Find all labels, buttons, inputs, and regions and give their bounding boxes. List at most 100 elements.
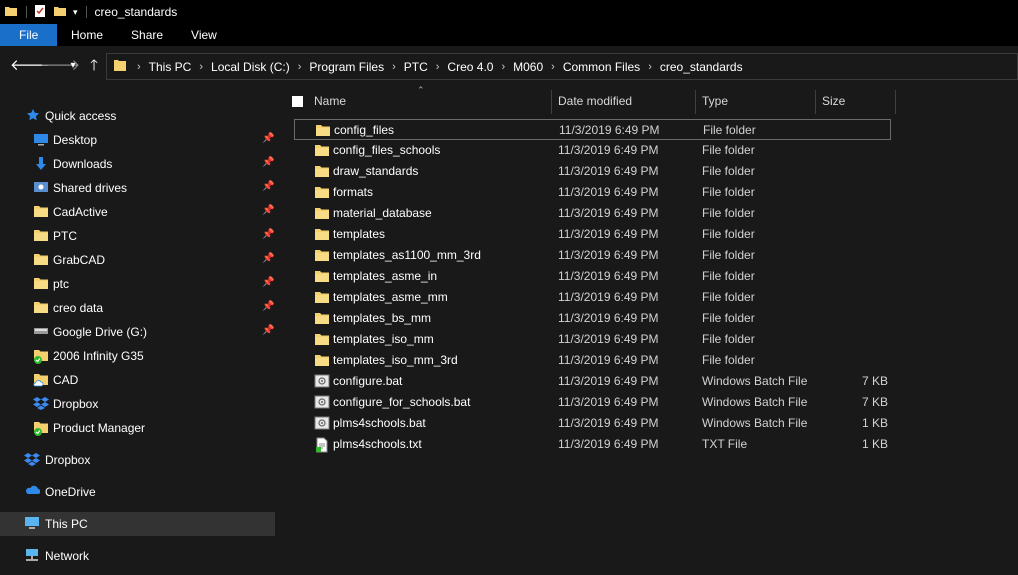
tab-home[interactable]: Home (57, 24, 117, 46)
sidebar-item-shared-drives[interactable]: Shared drives 📌 (0, 176, 275, 200)
sidebar-item-ptc[interactable]: PTC 📌 (0, 224, 275, 248)
file-row[interactable]: templates_as1100_mm_3rd 11/3/2019 6:49 PM… (294, 245, 891, 266)
file-type: File folder (702, 353, 755, 367)
pin-icon[interactable]: 📌 (262, 157, 274, 168)
pin-icon[interactable]: 📌 (262, 253, 274, 264)
address-bar[interactable]: › This PC › Local Disk (C:) › Program Files… (106, 53, 1018, 80)
sidebar-item-cadactive[interactable]: CadActive 📌 (0, 200, 275, 224)
sidebar-item-ptc[interactable]: ptc 📌 (0, 272, 275, 296)
pin-icon[interactable]: 📌 (262, 301, 274, 312)
pin-icon[interactable]: 📌 (262, 325, 274, 336)
file-row[interactable]: templates_asme_mm 11/3/2019 6:49 PM File f… (294, 287, 891, 308)
sidebar-item-2006-infinity-g35[interactable]: 2006 Infinity G35 (0, 344, 275, 368)
pin-icon[interactable]: 📌 (262, 133, 274, 144)
up-arrow-icon[interactable]: 🡑 (86, 58, 102, 74)
sidebar-item-quick-access[interactable]: Quick access (0, 104, 275, 128)
file-row[interactable]: configure.bat 11/3/2019 6:49 PM Windows Ba… (294, 371, 891, 392)
tab-view[interactable]: View (177, 24, 231, 46)
breadcrumb-chevron-icon[interactable]: › (436, 61, 440, 73)
sidebar-item-product-manager[interactable]: Product Manager (0, 416, 275, 440)
breadcrumb-chevron-icon[interactable]: › (648, 61, 652, 73)
sidebar-item-this-pc[interactable]: This PC (0, 512, 275, 536)
pin-icon[interactable]: 📌 (262, 205, 274, 216)
breadcrumb-chevron-icon[interactable]: › (392, 61, 396, 73)
file-row[interactable]: templates 11/3/2019 6:49 PM File folder (294, 224, 891, 245)
sidebar-item-label: CadActive (53, 205, 108, 219)
column-divider[interactable] (815, 90, 816, 114)
properties-icon[interactable] (33, 4, 47, 21)
tab-file[interactable]: File (0, 24, 57, 46)
folder-icon (314, 227, 330, 241)
file-row[interactable]: config_files 11/3/2019 6:49 PM File folder (294, 119, 891, 140)
sidebar-item-downloads[interactable]: Downloads 📌 (0, 152, 275, 176)
breadcrumb-this-pc[interactable]: This PC (149, 60, 192, 74)
file-row[interactable]: draw_standards 11/3/2019 6:49 PM File fold… (294, 161, 891, 182)
file-row[interactable]: templates_iso_mm 11/3/2019 6:49 PM File fo… (294, 329, 891, 350)
forward-arrow-icon[interactable]: 🡒 (40, 58, 80, 74)
file-type: File folder (702, 290, 755, 304)
breadcrumb-common-files[interactable]: Common Files (563, 60, 640, 74)
folder-icon (314, 290, 330, 304)
onedrive-icon (24, 484, 41, 500)
file-row[interactable]: templates_bs_mm 11/3/2019 6:49 PM File fol… (294, 308, 891, 329)
breadcrumb-creo[interactable]: Creo 4.0 (447, 60, 493, 74)
folder-icon (33, 252, 49, 268)
file-date-modified: 11/3/2019 6:49 PM (558, 227, 659, 241)
back-arrow-icon[interactable]: 🡐 (10, 58, 50, 74)
sidebar-item-label: 2006 Infinity G35 (53, 349, 144, 363)
sidebar-item-creo-data[interactable]: creo data 📌 (0, 296, 275, 320)
sidebar-item-label: Dropbox (45, 453, 91, 467)
file-row[interactable]: plms4schools.bat 11/3/2019 6:49 PM Windows… (294, 413, 891, 434)
file-row[interactable]: plms4schools.txt 11/3/2019 6:49 PM TXT Fil… (294, 434, 891, 455)
sidebar-item-dropbox[interactable]: Dropbox (0, 392, 275, 416)
breadcrumb-program-files[interactable]: Program Files (309, 60, 384, 74)
breadcrumb-chevron-icon[interactable]: › (298, 61, 302, 73)
pin-icon[interactable]: 📌 (262, 277, 274, 288)
sidebar-item-onedrive[interactable]: OneDrive (0, 480, 275, 504)
sidebar-item-label: creo data (53, 301, 104, 315)
tab-share[interactable]: Share (117, 24, 177, 46)
file-name: formats (333, 185, 374, 199)
column-divider[interactable] (551, 90, 552, 114)
column-header-date-modified[interactable]: Date modified (558, 88, 632, 115)
column-divider[interactable] (695, 90, 696, 114)
file-name: draw_standards (333, 164, 419, 178)
file-name: plms4schools.bat (333, 416, 426, 430)
breadcrumb-creo-standards[interactable]: creo_standards (660, 60, 743, 74)
breadcrumb-local-disk[interactable]: Local Disk (C:) (211, 60, 290, 74)
file-row[interactable]: config_files_schools 11/3/2019 6:49 PM Fil… (294, 140, 891, 161)
column-header-name[interactable]: Name (314, 88, 346, 115)
column-divider[interactable] (895, 90, 896, 114)
sidebar-item-label: Product Manager (53, 421, 146, 435)
file-row[interactable]: configure_for_schools.bat 11/3/2019 6:49 … (294, 392, 891, 413)
sidebar-item-cad[interactable]: CAD (0, 368, 275, 392)
breadcrumb-chevron-icon[interactable]: › (501, 61, 505, 73)
file-row[interactable]: templates_iso_mm_3rd 11/3/2019 6:49 PM Fil… (294, 350, 891, 371)
file-row[interactable]: templates_asme_in 11/3/2019 6:49 PM File f… (294, 266, 891, 287)
breadcrumb-chevron-icon[interactable]: › (137, 61, 141, 73)
breadcrumb-ptc[interactable]: PTC (404, 60, 428, 74)
sidebar-item-google-drive-g[interactable]: Google Drive (G:) 📌 (0, 320, 275, 344)
new-folder-icon[interactable] (53, 4, 67, 21)
file-date-modified: 11/3/2019 6:49 PM (558, 290, 659, 304)
breadcrumb-m060[interactable]: M060 (513, 60, 543, 74)
file-row[interactable]: material_database 11/3/2019 6:49 PM File f… (294, 203, 891, 224)
computer-icon (24, 516, 40, 532)
quick-access-dropdown-icon[interactable]: ▾ (73, 7, 78, 18)
folder-icon (314, 185, 330, 199)
batch-file-icon (314, 374, 330, 388)
select-all-checkbox[interactable] (292, 96, 303, 107)
sidebar-item-network[interactable]: Network (0, 544, 275, 568)
breadcrumb-chevron-icon[interactable]: › (199, 61, 203, 73)
file-name: configure_for_schools.bat (333, 395, 471, 409)
column-header-size[interactable]: Size (822, 88, 845, 115)
column-header-type[interactable]: Type (702, 88, 728, 115)
sidebar-item-grabcad[interactable]: GrabCAD 📌 (0, 248, 275, 272)
pin-icon[interactable]: 📌 (262, 229, 274, 240)
pin-icon[interactable]: 📌 (262, 181, 274, 192)
sidebar-item-desktop[interactable]: Desktop 📌 (0, 128, 275, 152)
sidebar-item-dropbox-root[interactable]: Dropbox (0, 448, 275, 472)
file-row[interactable]: formats 11/3/2019 6:49 PM File folder (294, 182, 891, 203)
recent-locations-chevron-icon[interactable]: ▾ (65, 58, 81, 74)
breadcrumb-chevron-icon[interactable]: › (551, 61, 555, 73)
